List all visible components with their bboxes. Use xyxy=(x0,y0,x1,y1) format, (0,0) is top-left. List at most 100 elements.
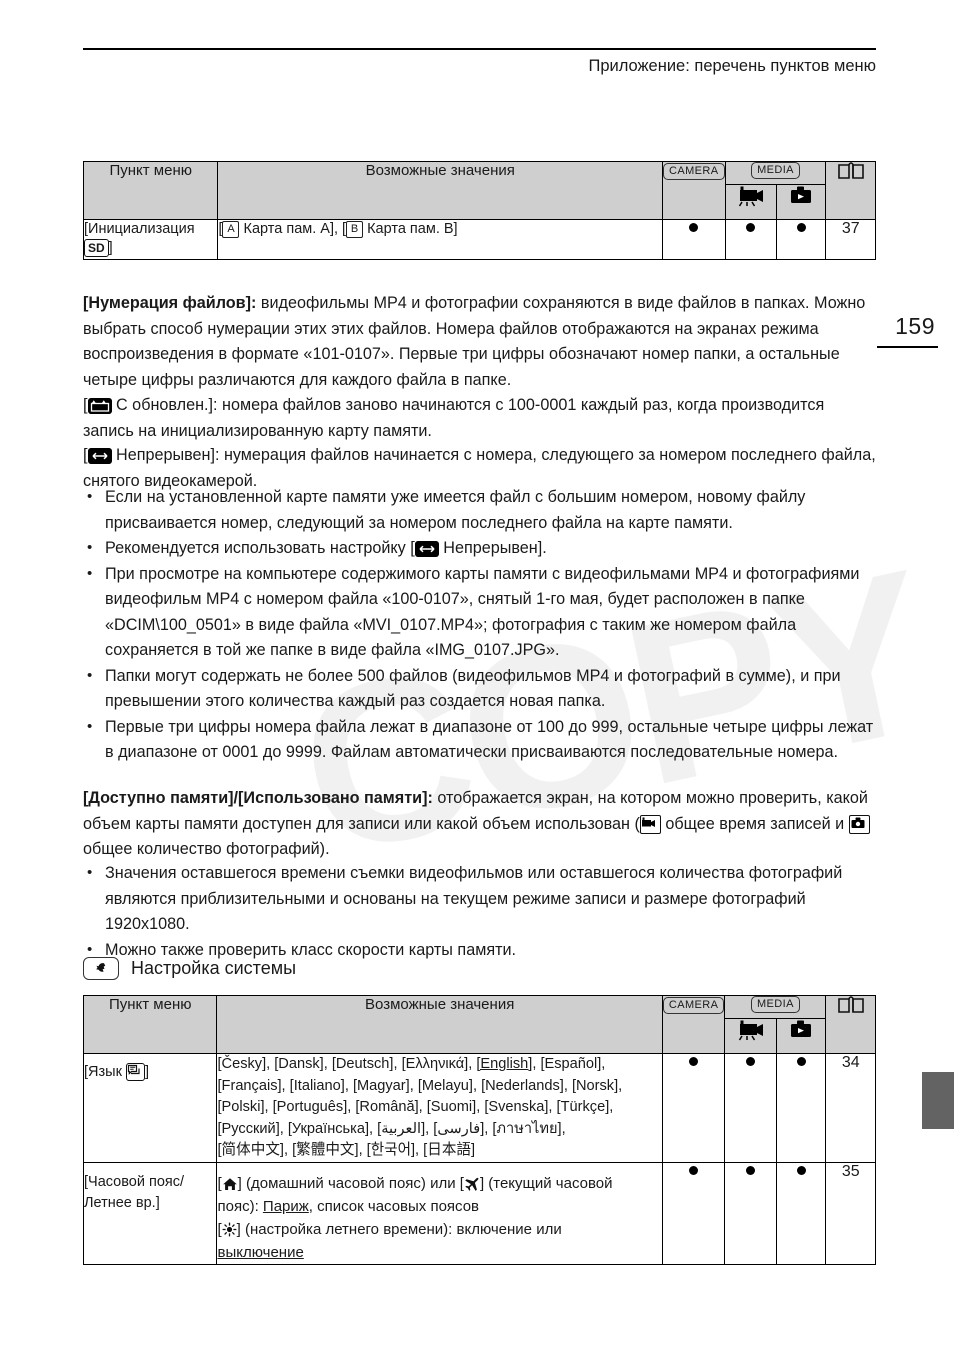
support-dot xyxy=(796,223,806,232)
col-header-media-photo xyxy=(775,1018,827,1054)
table-row: [Часовой пояс/ Летнее вр.] [ ] (домашний… xyxy=(82,1161,876,1265)
sun-dst-icon xyxy=(222,1222,237,1237)
file-numbering-continuous-icon xyxy=(414,540,439,557)
cell-media-photo-support xyxy=(776,219,827,260)
document-page: COPY Приложение: перечень пунктов меню 1… xyxy=(0,0,954,1352)
bullet-text: Первые три цифры номера файла лежат в ди… xyxy=(105,717,874,762)
camera-mode-chip: CAMERA xyxy=(663,162,725,180)
col-header-media: MEDIA xyxy=(724,995,827,1019)
continuous-text: Непрерывен]: нумерация файлов начинается… xyxy=(83,446,876,490)
col-header-media: MEDIA xyxy=(724,161,827,185)
cell-media-movie-support xyxy=(724,1053,777,1163)
tz-text-4: ] (настройка летнего времени): включение… xyxy=(236,1220,562,1238)
support-dot xyxy=(689,223,699,232)
col-header-page-ref xyxy=(825,161,876,220)
open-book-icon xyxy=(837,996,864,1014)
cell-page-ref: 34 xyxy=(825,1053,876,1163)
file-numbering-label: [Нумерация файлов]: xyxy=(83,294,257,312)
cell-media-photo-support xyxy=(775,1053,827,1163)
col-header-camera: CAMERA xyxy=(662,161,726,220)
bullet-list-memory: Значения оставшегося времени съемки виде… xyxy=(83,860,878,963)
menu-item-label-prefix: [Инициализация xyxy=(84,221,195,237)
photo-playback-icon xyxy=(788,1019,814,1039)
menu-table-memory: Пункт меню Возможные значения CAMERA MED… xyxy=(82,161,876,260)
cell-camera-support xyxy=(661,1161,726,1265)
page-number: 159 xyxy=(895,313,935,339)
paragraph-file-numbering: [Нумерация файлов]: видеофильмы MP4 и фо… xyxy=(83,291,878,393)
cell-camera-support xyxy=(661,1053,726,1163)
support-dot xyxy=(689,1165,699,1175)
cell-possible-values: [A Карта пам. A], [B Карта пам. B] xyxy=(217,219,664,260)
memory-info-text3: общее количество фотографий). xyxy=(83,840,330,858)
col-header-media-movie xyxy=(724,1018,777,1054)
col-header-possible-values: Возможные значения xyxy=(216,995,663,1054)
page-number-rule xyxy=(877,346,938,348)
menu-table-system-setup: Пункт меню Возможные значения CAMERA MED… xyxy=(82,995,876,1265)
media-mode-chip: MEDIA xyxy=(750,996,800,1013)
photo-camera-boxed-icon xyxy=(848,814,870,834)
values-text-a: Карта пам. A], [ xyxy=(243,221,347,237)
col-header-page-ref xyxy=(825,995,876,1054)
support-dot xyxy=(796,1165,806,1175)
language-line-4: [Русский], [Українська], [العربية], [فار… xyxy=(217,1120,566,1137)
movie-camera-boxed-icon xyxy=(639,814,661,834)
language-line-1b: , [Español], xyxy=(532,1056,606,1072)
bullet-text-prefix: Рекомендуется использовать настройку [ xyxy=(105,539,415,557)
header-rule xyxy=(83,48,876,50)
menu-item-label-prefix: [Язык xyxy=(84,1064,122,1080)
support-dot xyxy=(746,1057,756,1066)
airplane-timezone-icon xyxy=(464,1177,480,1191)
open-book-icon xyxy=(837,162,864,180)
cell-menu-item-timezone: [Часовой пояс/ Летнее вр.] xyxy=(82,1161,218,1265)
table-header-row: Пункт меню Возможные значения CAMERA MED… xyxy=(82,995,876,1054)
cell-camera-support xyxy=(662,219,726,260)
card-a-chip: A xyxy=(222,220,240,238)
language-line-2: [Français], [Italiano], [Magyar], [Melay… xyxy=(217,1077,623,1094)
language-icon xyxy=(125,1063,145,1082)
thumb-index-tab xyxy=(922,1072,954,1129)
page-header-title: Приложение: перечень пунктов меню xyxy=(588,57,876,75)
photo-playback-icon xyxy=(788,185,814,205)
cell-page-ref: 35 xyxy=(825,1161,876,1265)
tz-text-3: пояс): xyxy=(217,1197,263,1215)
cell-media-photo-support xyxy=(775,1161,827,1265)
support-dot xyxy=(746,223,756,232)
bullet-list-file-numbering: Если на установленной карте памяти уже и… xyxy=(83,484,878,766)
menu-item-label-line1: [Часовой пояс/ xyxy=(84,1173,185,1190)
card-b-chip: B xyxy=(346,220,364,238)
system-setup-wrench-icon xyxy=(83,957,119,980)
file-numbering-reset-icon xyxy=(87,397,112,414)
cell-menu-item: [Инициализация SD] xyxy=(82,219,219,260)
col-header-media-photo xyxy=(776,184,827,220)
col-header-possible-values: Возможные значения xyxy=(217,161,664,220)
language-line-1: [Česky], [Dansk], [Deutsch], [Ελληνικά], xyxy=(217,1056,477,1072)
table-header-row: Пункт меню Возможные значения CAMERA MED… xyxy=(82,161,876,220)
cell-media-movie-support xyxy=(724,219,778,260)
list-item: Первые три цифры номера файла лежат в ди… xyxy=(83,714,878,766)
cell-media-movie-support xyxy=(724,1161,777,1265)
section-title: Настройка системы xyxy=(131,958,297,978)
menu-item-label-suffix: ] xyxy=(108,240,113,257)
camera-mode-chip: CAMERA xyxy=(662,996,725,1014)
col-header-menu-item: Пункт меню xyxy=(82,161,219,220)
col-header-media-movie xyxy=(724,184,778,220)
tz-text-3b: , список часовых поясов xyxy=(308,1197,480,1215)
bullet-text: Если на установленной карте памяти уже и… xyxy=(105,488,806,532)
support-dot xyxy=(796,1057,806,1066)
cell-language-values: [Česky], [Dansk], [Deutsch], [Ελληνικά],… xyxy=(216,1053,663,1163)
list-item: Папки могут содержать не более 500 файло… xyxy=(83,663,878,715)
bullet-text: Значения оставшегося времени съемки виде… xyxy=(105,864,843,933)
section-heading-system-setup: Настройка системы xyxy=(83,957,296,980)
tz-text-1: ] (домашний часовой пояс) или [ xyxy=(237,1174,464,1192)
bullet-text: При просмотре на компьютере содержимого … xyxy=(105,564,860,660)
language-line-5: [简体中文], [繁體中文], [한국어], [日本語] xyxy=(217,1142,476,1158)
values-text-b: Карта пам. B] xyxy=(367,221,458,237)
cell-menu-item-language: [Язык ] xyxy=(82,1053,218,1163)
list-item: Рекомендуется использовать настройку [ Н… xyxy=(83,535,878,562)
memory-info-label: [Доступно памяти]/[Использовано памяти]: xyxy=(83,789,433,807)
menu-item-label-suffix: ] xyxy=(144,1064,149,1080)
sd-card-chip: SD xyxy=(84,239,109,258)
language-default-english: [English] xyxy=(476,1056,533,1072)
reset-text: С обновлен.]: номера файлов заново начин… xyxy=(83,396,825,440)
bullet-text: Папки могут содержать не более 500 файло… xyxy=(105,666,841,711)
